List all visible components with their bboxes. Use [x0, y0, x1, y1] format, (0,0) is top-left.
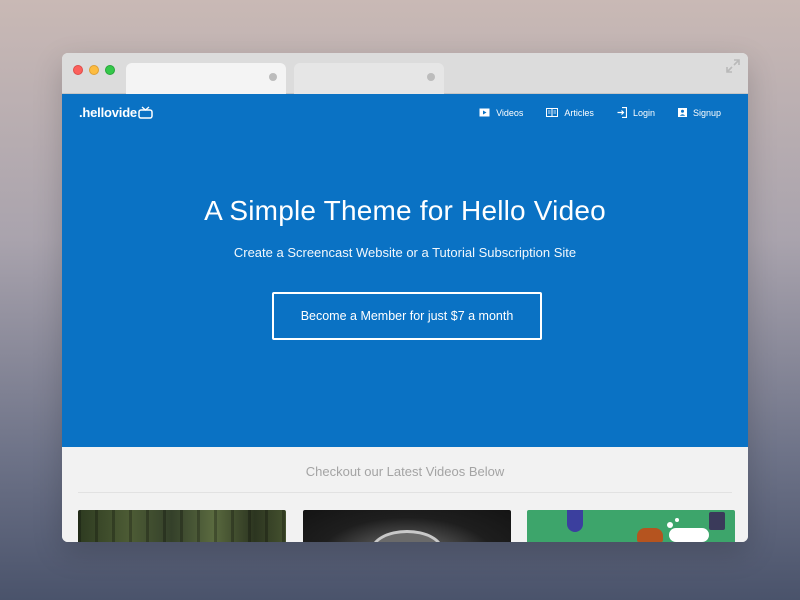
website: .hellovide Videos Articles Login Signup …: [62, 94, 748, 542]
divider: [78, 492, 732, 493]
cloud-dot: [667, 522, 673, 528]
hero-section: .hellovide Videos Articles Login Signup …: [62, 94, 748, 447]
tab-close-icon[interactable]: [427, 73, 435, 81]
latest-videos-section: Checkout our Latest Videos Below: [62, 447, 748, 542]
rocket-icon: [709, 512, 725, 530]
video-thumbnail-forest[interactable]: [78, 510, 286, 542]
coin-image: [371, 530, 443, 542]
video-thumbnail-coin[interactable]: [303, 510, 511, 542]
hero-subtitle: Create a Screencast Website or a Tutoria…: [233, 245, 577, 260]
cloud-illustration: [669, 528, 709, 542]
browser-window: .hellovide Videos Articles Login Signup …: [62, 53, 748, 542]
close-window-button[interactable]: [73, 65, 83, 75]
expand-icon[interactable]: [726, 59, 740, 73]
minimize-window-button[interactable]: [89, 65, 99, 75]
maximize-window-button[interactable]: [105, 65, 115, 75]
latest-videos-heading: Checkout our Latest Videos Below: [305, 464, 505, 479]
nav-label-articles: Articles: [564, 107, 594, 118]
user-icon: [677, 108, 687, 117]
nav-item-articles[interactable]: Articles: [546, 107, 594, 118]
nav-item-videos[interactable]: Videos: [479, 107, 523, 118]
fox-illustration: [637, 528, 663, 542]
nav-item-login[interactable]: Login: [617, 107, 655, 118]
main-nav: Videos Articles Login Signup: [479, 107, 721, 118]
become-member-button[interactable]: Become a Member for just $7 a month: [272, 292, 542, 340]
tab-close-icon[interactable]: [269, 73, 277, 81]
cloud-dot: [675, 518, 679, 522]
nav-label-videos: Videos: [496, 107, 524, 118]
book-icon: [546, 108, 559, 117]
nav-item-signup[interactable]: Signup: [677, 107, 721, 118]
browser-tab-active[interactable]: [126, 63, 286, 95]
hero-title: A Simple Theme for Hello Video: [204, 195, 606, 226]
browser-chrome: [62, 53, 748, 95]
site-logo[interactable]: .hellovide: [79, 105, 153, 120]
video-icon: [479, 108, 490, 117]
illustration-shape: [567, 510, 583, 532]
forest-image: [78, 510, 286, 542]
tv-icon: [138, 106, 153, 119]
video-thumbnail-illustration[interactable]: [527, 510, 735, 542]
browser-tab-inactive[interactable]: [294, 63, 444, 95]
login-icon: [617, 107, 627, 118]
nav-label-signup: Signup: [692, 107, 721, 118]
logo-text: .hellovide: [79, 105, 137, 120]
nav-label-login: Login: [632, 107, 655, 118]
